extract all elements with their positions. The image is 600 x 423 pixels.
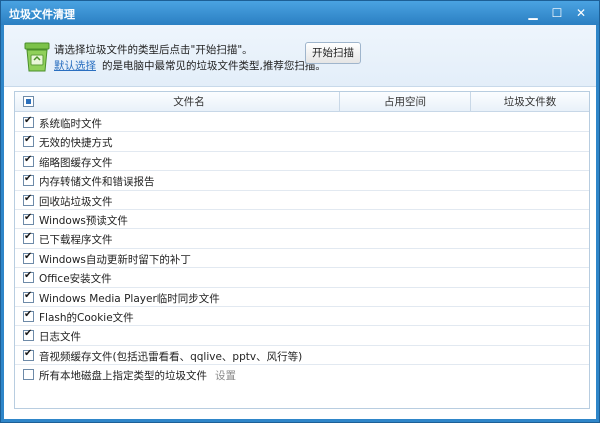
item-label: 系统临时文件	[39, 118, 102, 130]
list-header: 文件名 占用空间 垃圾文件数	[15, 92, 589, 112]
item-label: Windows Media Player临时同步文件	[39, 292, 220, 305]
minimize-icon[interactable]: ▁	[525, 5, 541, 21]
item-checkbox[interactable]	[23, 328, 34, 342]
item-checkbox[interactable]	[23, 348, 34, 361]
settings-link[interactable]: 设置	[215, 370, 236, 382]
item-checkbox[interactable]	[23, 290, 34, 303]
item-label-text: 所有本地磁盘上指定类型的垃圾文件	[39, 370, 207, 383]
list-item[interactable]: 已下载程序文件	[15, 229, 589, 249]
item-checkbox[interactable]	[23, 134, 34, 148]
instruction-text: 请选择垃圾文件的类型后点击"开始扫描"。	[54, 44, 253, 56]
list-item[interactable]: 所有本地磁盘上指定类型的垃圾文件 设置	[15, 365, 589, 384]
item-checkbox[interactable]	[23, 173, 34, 187]
default-selection-desc: 的是电脑中最常见的垃圾文件类型,推荐您扫描。	[102, 60, 326, 72]
recycle-bin-icon	[24, 42, 50, 72]
list-item[interactable]: Windows自动更新时留下的补丁	[15, 249, 589, 269]
item-checkbox[interactable]	[23, 270, 34, 284]
item-label: 日志文件	[39, 331, 81, 344]
list-item[interactable]: Office安装文件	[15, 268, 589, 288]
list-item[interactable]: 缩略图缓存文件	[15, 152, 589, 172]
cleanup-window: 垃圾文件清理 ▁ ☐ ✕ 请选择垃圾文件的类型后点击"开始扫描"。 默认选择 的是…	[0, 0, 600, 423]
item-checkbox[interactable]	[23, 193, 34, 206]
item-label: Windows自动更新时留下的补丁	[39, 253, 191, 266]
column-count[interactable]: 垃圾文件数	[471, 92, 589, 112]
item-label: 内存转储文件和错误报告	[39, 176, 155, 189]
item-label: Flash的Cookie文件	[39, 312, 134, 324]
item-label: 所有本地磁盘上指定类型的垃圾文件 设置	[39, 368, 236, 383]
select-all-checkbox[interactable]	[23, 96, 34, 107]
item-label: Office安装文件	[39, 273, 112, 286]
item-label: 音视频缓存文件(包括迅雷看看、qqlive、pptv、风行等)	[39, 350, 303, 363]
item-checkbox[interactable]	[23, 231, 34, 245]
column-size[interactable]: 占用空间	[340, 92, 470, 112]
list-item[interactable]: 系统临时文件	[15, 113, 589, 133]
default-selection-link[interactable]: 默认选择	[54, 60, 96, 72]
list-item[interactable]: 日志文件	[15, 326, 589, 346]
list-item[interactable]: Windows Media Player临时同步文件	[15, 288, 589, 307]
list-item[interactable]: 内存转储文件和错误报告	[15, 171, 589, 191]
close-icon[interactable]: ✕	[573, 5, 589, 21]
item-checkbox[interactable]	[23, 309, 34, 322]
item-label: 无效的快捷方式	[39, 137, 113, 150]
item-label: 回收站垃圾文件	[39, 195, 113, 208]
default-selection-note: 默认选择 的是电脑中最常见的垃圾文件类型,推荐您扫描。	[54, 58, 326, 73]
list-item[interactable]: 音视频缓存文件(包括迅雷看看、qqlive、pptv、风行等)	[15, 346, 589, 366]
list-item[interactable]: 无效的快捷方式	[15, 132, 589, 152]
column-filename[interactable]: 文件名	[39, 92, 339, 112]
list-item[interactable]: Flash的Cookie文件	[15, 307, 589, 327]
item-checkbox[interactable]	[23, 154, 34, 167]
item-label: 缩略图缓存文件	[39, 156, 113, 169]
intro-panel: 请选择垃圾文件的类型后点击"开始扫描"。 默认选择 的是电脑中最常见的垃圾文件类型…	[4, 25, 596, 87]
item-checkbox[interactable]	[23, 115, 34, 128]
title-bar[interactable]: 垃圾文件清理 ▁ ☐ ✕	[1, 1, 599, 25]
junk-file-list: 文件名 占用空间 垃圾文件数 系统临时文件 无效的快捷方式 缩略图缓存文件 内存…	[14, 91, 590, 409]
start-scan-button[interactable]: 开始扫描	[305, 42, 361, 64]
item-checkbox[interactable]	[23, 369, 34, 381]
window-title: 垃圾文件清理	[9, 8, 75, 21]
client-area: 请选择垃圾文件的类型后点击"开始扫描"。 默认选择 的是电脑中最常见的垃圾文件类型…	[4, 25, 596, 419]
list-item[interactable]: 回收站垃圾文件	[15, 191, 589, 210]
item-checkbox[interactable]	[23, 212, 34, 225]
item-label: Windows预读文件	[39, 215, 128, 227]
list-item[interactable]: Windows预读文件	[15, 210, 589, 230]
item-checkbox[interactable]	[23, 251, 34, 264]
item-label: 已下载程序文件	[39, 234, 113, 247]
maximize-icon[interactable]: ☐	[549, 5, 565, 21]
